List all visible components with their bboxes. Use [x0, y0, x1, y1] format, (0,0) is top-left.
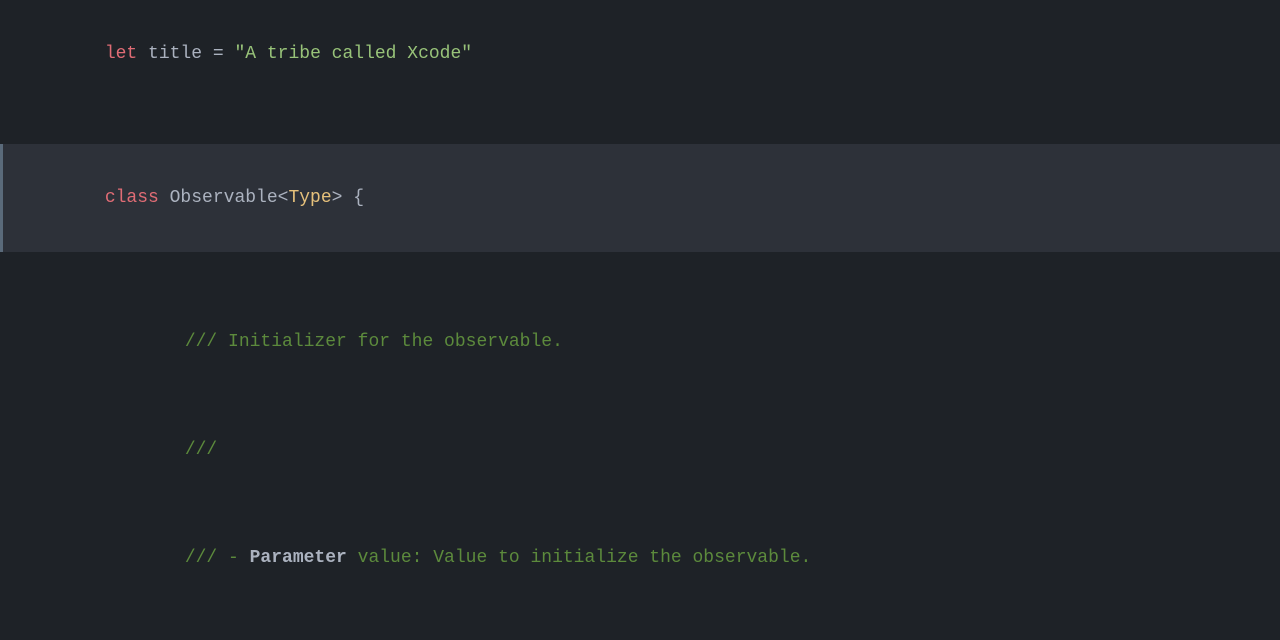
string-literal: "A tribe called Xcode"	[234, 44, 472, 64]
line-marker	[0, 144, 3, 252]
code-line-1: let title = "A tribe called Xcode"	[0, 0, 1280, 108]
type-generic: Type	[288, 188, 331, 208]
doc-param-bold: Parameter	[250, 548, 347, 568]
keyword-class: class	[105, 188, 159, 208]
code-editor: let title = "A tribe called Xcode" class…	[0, 0, 1280, 640]
code-line-5: /// Initializer for the observable.	[0, 288, 1280, 396]
doc-comment-2: ///	[185, 440, 217, 460]
code-line-3: class Observable<Type> {	[0, 144, 1280, 252]
code-line-7: /// - Parameter value: Value to initiali…	[0, 504, 1280, 612]
code-line-8: public init(_ value: Type) {	[0, 612, 1280, 640]
code-line-2	[0, 108, 1280, 144]
code-line-6: ///	[0, 396, 1280, 504]
doc-comment-3b: value: Value to initialize the observabl…	[347, 548, 811, 568]
code-line-4	[0, 252, 1280, 288]
doc-comment-1: /// Initializer for the observable.	[185, 332, 563, 352]
doc-comment-3: /// -	[185, 548, 250, 568]
keyword-let: let	[105, 44, 137, 64]
